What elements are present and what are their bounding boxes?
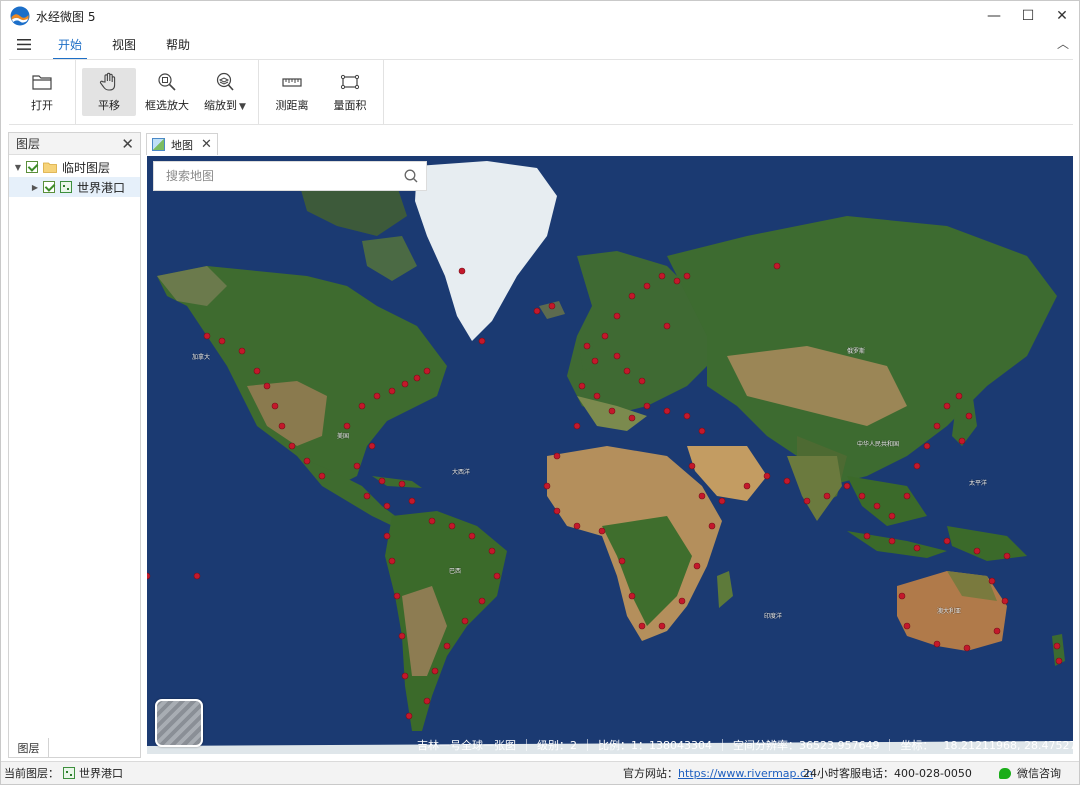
area-measure-icon: [340, 74, 360, 90]
ribbon-toolbar: 打开 平移 框选放大 缩放到 ▼ 测距离 量面积: [9, 59, 1073, 125]
map-label: 印度洋: [764, 613, 783, 620]
map-label: 美国: [337, 433, 350, 440]
zoom-level-label: 级别：: [537, 739, 570, 752]
window-controls: — ☐ ✕: [977, 1, 1079, 31]
scale-value: 1：138043304: [631, 739, 712, 752]
map-view[interactable]: 大西洋 太平洋 印度洋 俄罗斯 中华人民共和国 加拿大 美国 巴西 澳大利亚 吉…: [147, 156, 1073, 754]
maximize-button[interactable]: ☐: [1011, 1, 1045, 31]
pan-label: 平移: [98, 99, 120, 112]
zoom-box-icon: [158, 73, 176, 91]
map-search-box: [153, 161, 427, 191]
dropdown-caret-icon[interactable]: ▼: [239, 102, 246, 112]
ribbon-group-measure: 测距离 量面积: [259, 60, 384, 124]
official-site-link[interactable]: https://www.rivermap.cn: [678, 767, 813, 780]
layers-bottom-tab[interactable]: 图层: [8, 738, 49, 758]
zoom-to-text: 缩放到: [204, 99, 238, 112]
title-bar: 水经微图 5 — ☐ ✕: [1, 1, 1079, 31]
close-tab-icon[interactable]: ✕: [201, 137, 212, 152]
zoom-box-button[interactable]: 框选放大: [140, 68, 194, 116]
zoom-box-label: 框选放大: [145, 99, 189, 112]
point-layer-icon: [60, 181, 72, 193]
layer-panel-header: 图层 ✕: [9, 133, 140, 155]
layer-checkbox[interactable]: [26, 161, 38, 173]
map-tab-label: 地图: [171, 138, 193, 152]
zoom-level-value: 2: [570, 738, 577, 752]
tree-label: 世界港口: [77, 180, 126, 195]
map-icon: [152, 138, 165, 151]
collapse-arrow-icon[interactable]: ▶: [29, 183, 41, 192]
menu-start[interactable]: 开始: [52, 32, 88, 60]
map-label: 加拿大: [192, 354, 211, 361]
pan-button[interactable]: 平移: [82, 68, 136, 116]
basemap-source: 吉林一号全球一张图: [417, 739, 516, 752]
folder-open-icon: [32, 75, 52, 90]
hamburger-menu-icon[interactable]: [10, 39, 38, 50]
map-label: 巴西: [449, 568, 462, 575]
satellite-basemap: [147, 156, 1073, 754]
menu-view[interactable]: 视图: [110, 32, 138, 57]
zoom-layers-icon: [216, 72, 234, 91]
map-status-info: 吉林一号全球一张图 级别： 2 比例： 1：138043304 空间分辨率： 3…: [417, 736, 1073, 754]
expand-arrow-icon[interactable]: ▼: [12, 163, 24, 172]
map-label: 中华人民共和国: [857, 441, 900, 448]
resolution-label: 空间分辨率：: [733, 739, 799, 752]
map-document-tab[interactable]: 地图 ✕: [146, 133, 218, 155]
support-phone: 24小时客服电话：400-028-0050: [803, 767, 972, 780]
map-label: 大西洋: [452, 469, 471, 476]
divider: [526, 739, 527, 751]
measure-area-label: 量面积: [333, 99, 367, 112]
tree-node-world-ports[interactable]: ▶ 世界港口: [9, 177, 140, 197]
ruler-icon: [282, 78, 302, 87]
layer-panel: 图层 ✕ ▼ 临时图层 ▶ 世界港口: [8, 132, 141, 758]
ribbon-group-navigate: 平移 框选放大 缩放到 ▼: [76, 60, 259, 124]
app-window: 水经微图 5 — ☐ ✕ 开始 视图 帮助 ︿ 打开 平移 框选放大 缩放到 ▼…: [0, 0, 1080, 785]
coordinate-label: 坐标：: [900, 739, 934, 752]
minimize-button[interactable]: —: [977, 1, 1011, 31]
collapse-ribbon-icon[interactable]: ︿: [1057, 35, 1069, 52]
open-label: 打开: [31, 99, 53, 112]
official-site-label: 官方网站：: [623, 767, 678, 780]
measure-area-button[interactable]: 量面积: [323, 68, 377, 116]
measure-distance-label: 测距离: [275, 99, 309, 112]
zoom-to-label: 缩放到 ▼: [204, 97, 246, 113]
wechat-icon: [999, 767, 1011, 779]
close-window-button[interactable]: ✕: [1045, 1, 1079, 31]
ribbon-group-file: 打开: [9, 60, 76, 124]
app-title: 水经微图 5: [36, 9, 96, 24]
wechat-label: 微信咨询: [1017, 767, 1061, 780]
map-label: 太平洋: [969, 480, 988, 487]
hand-pan-icon: [99, 72, 116, 91]
app-logo-icon: [10, 6, 30, 26]
current-layer-label: 当前图层：: [4, 767, 59, 780]
resolution-value: 36523.957649: [799, 738, 880, 752]
wechat-consult-button[interactable]: 微信咨询: [999, 765, 1061, 781]
divider: [889, 739, 891, 751]
scale-label: 比例：: [598, 739, 631, 752]
tree-node-temp-layers[interactable]: ▼ 临时图层: [9, 157, 140, 177]
tree-label: 临时图层: [62, 160, 111, 175]
close-panel-icon[interactable]: ✕: [121, 135, 134, 153]
menu-help[interactable]: 帮助: [164, 32, 192, 57]
folder-icon: [43, 162, 57, 173]
current-layer-value: 世界港口: [79, 767, 123, 780]
divider: [722, 739, 723, 751]
layer-checkbox[interactable]: [43, 181, 55, 193]
map-label: 澳大利亚: [937, 608, 962, 615]
menu-bar: 开始 视图 帮助 ︿: [1, 31, 1079, 60]
search-icon[interactable]: [396, 169, 426, 183]
status-bar: 当前图层： 世界港口 官方网站： https://www.rivermap.cn…: [1, 761, 1079, 784]
zoom-to-button[interactable]: 缩放到 ▼: [198, 68, 252, 116]
measure-distance-button[interactable]: 测距离: [265, 68, 319, 116]
basemap-switch-button[interactable]: [155, 699, 203, 747]
map-label: 俄罗斯: [847, 348, 866, 355]
coordinate-value: 18.21211968, 28.47527375: [943, 738, 1073, 752]
divider: [587, 739, 588, 751]
point-layer-icon: [63, 767, 75, 779]
map-search-input[interactable]: [154, 162, 396, 190]
layer-panel-title: 图层: [16, 137, 41, 151]
open-button[interactable]: 打开: [15, 68, 69, 116]
